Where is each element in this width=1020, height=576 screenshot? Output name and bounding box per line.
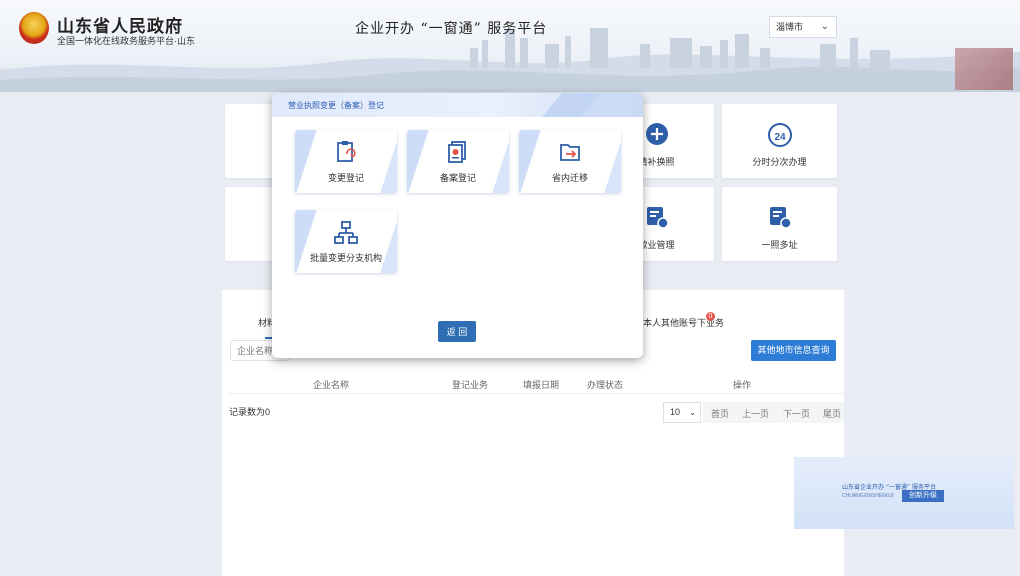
- doc-gear-icon: [646, 207, 669, 229]
- table-divider: [229, 393, 844, 394]
- svg-text:24: 24: [774, 132, 786, 143]
- chevron-down-icon: ⌄: [820, 21, 829, 32]
- chevron-down-icon: ⌄: [689, 408, 696, 417]
- card-label: 备案登记: [439, 173, 476, 183]
- tile-time-split[interactable]: 24 分时分次办理: [722, 104, 837, 178]
- pager-next[interactable]: 下一页: [783, 407, 810, 420]
- page-size-select[interactable]: 10 ⌄: [663, 402, 701, 423]
- card-in-province-migration[interactable]: 省内迁移: [519, 130, 621, 193]
- tile-multi-address[interactable]: 一照多址: [722, 187, 837, 261]
- tab-count-badge: 0: [706, 312, 715, 321]
- other-city-query-button[interactable]: 其他地市信息查询: [751, 340, 836, 361]
- city-select[interactable]: 淄博市 ⌄: [769, 16, 837, 38]
- clock-24-icon: 24: [767, 123, 792, 147]
- tile-label: 一照多址: [761, 240, 798, 250]
- table-header-date: 填报日期: [523, 380, 560, 390]
- table-header-operation: 操作: [733, 380, 752, 390]
- card-label: 变更登记: [327, 173, 364, 183]
- return-button[interactable]: 返 回: [438, 321, 476, 342]
- folder-arrow-icon: [560, 144, 580, 161]
- license-change-modal: 营业执照变更（备案）登记 变更登记 备案登记 省内迁移 批量变更分支机构 返 回: [272, 93, 643, 358]
- card-batch-change-branches[interactable]: 批量变更分支机构: [295, 210, 397, 273]
- table-header-company: 企业名称: [313, 380, 350, 390]
- gov-subtitle: 全国一体化在线政务服务平台·山东: [57, 36, 195, 46]
- card-change-registration[interactable]: 变更登记: [295, 130, 397, 193]
- record-count: 记录数为0: [229, 407, 271, 417]
- ad-badge: 创新升级: [902, 490, 944, 502]
- org-chart-icon: [334, 221, 358, 244]
- pager-first[interactable]: 首页: [711, 407, 729, 420]
- card-label: 省内迁移: [551, 173, 588, 183]
- header-decoration: [542, 93, 643, 117]
- table-header-business: 登记业务: [452, 380, 489, 390]
- pager-last[interactable]: 尾页: [823, 407, 841, 420]
- header-banner: 山东省人民政府 全国一体化在线政务服务平台·山东 企业开办 “一窗通” 服务平台…: [0, 0, 1020, 92]
- card-label: 批量变更分支机构: [309, 253, 382, 263]
- platform-title: 企业开办 “一窗通” 服务平台: [355, 21, 548, 37]
- page-size-value: 10: [670, 407, 681, 417]
- tile-label: 分时分次办理: [752, 157, 807, 167]
- table-header-status: 办理状态: [587, 380, 624, 390]
- card-filing-registration[interactable]: 备案登记: [407, 130, 509, 193]
- add-circle-icon: [645, 123, 668, 145]
- pager-prev[interactable]: 上一页: [742, 407, 769, 420]
- ad-pinyin: CHUANGXINSHENGJI: [842, 493, 894, 499]
- modal-title: 营业执照变更（备案）登记: [288, 101, 384, 110]
- city-select-value: 淄博市: [776, 22, 804, 32]
- document-stamp-icon: [448, 141, 466, 163]
- clipboard-refresh-icon: [337, 141, 356, 162]
- header-side-image: [955, 48, 1013, 90]
- national-emblem-icon: [19, 12, 49, 44]
- doc-gear-icon: [769, 207, 792, 229]
